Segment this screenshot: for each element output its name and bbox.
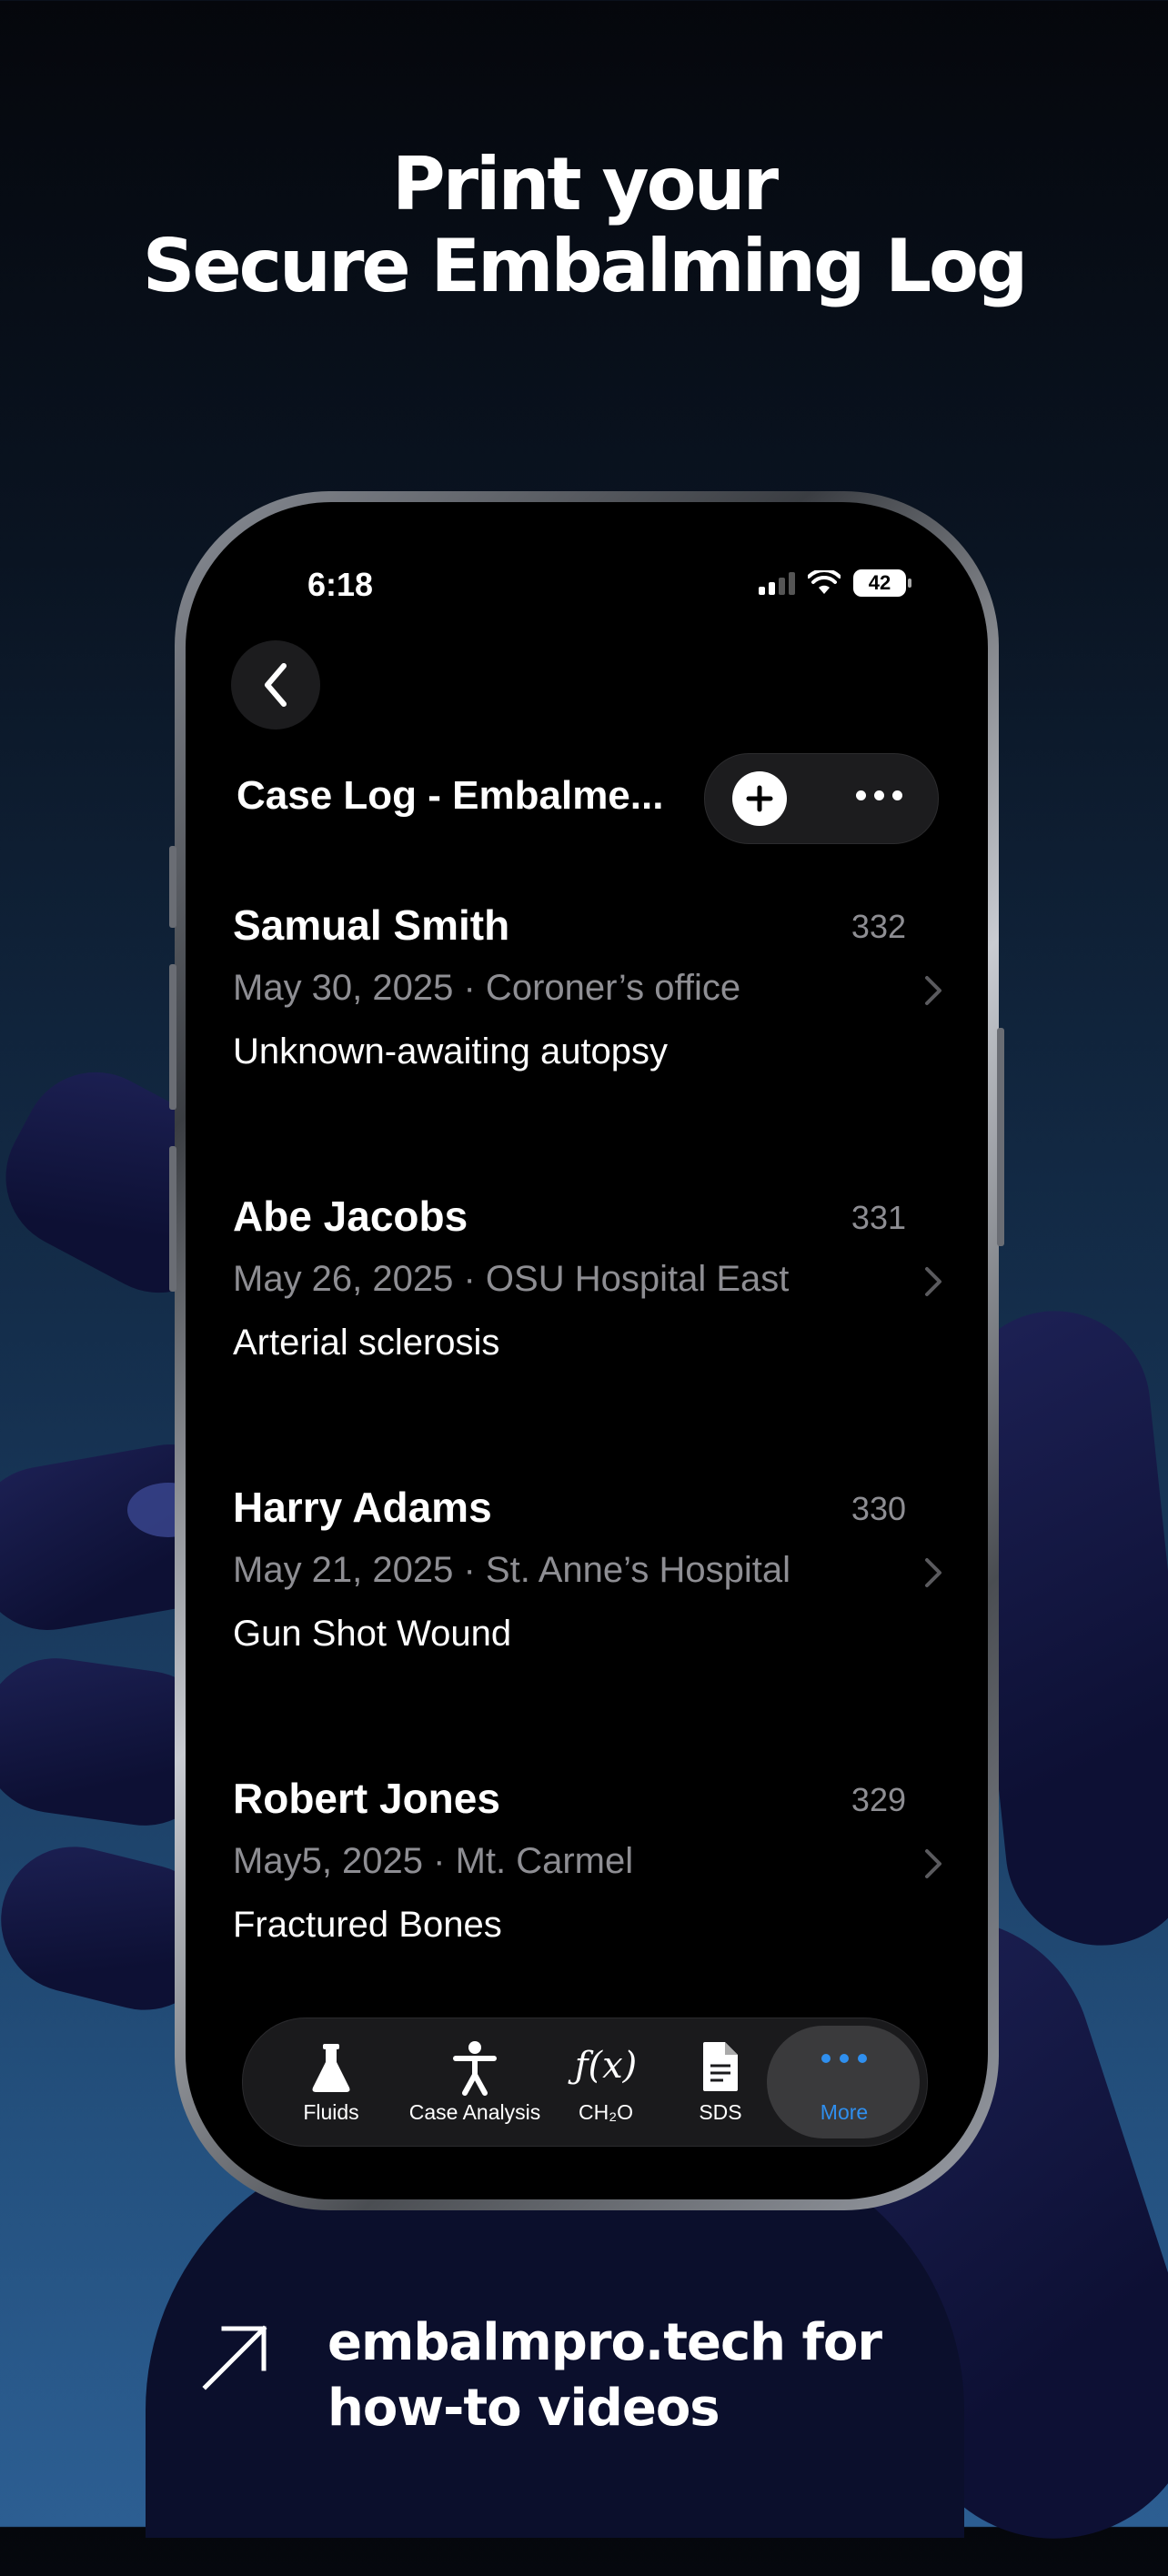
- case-cause: Unknown-awaiting autopsy: [233, 1031, 669, 1072]
- case-date-location: May 21, 2025 · St. Anne’s Hospital: [233, 1550, 790, 1590]
- flask-icon: [312, 2044, 350, 2092]
- back-button[interactable]: [231, 640, 320, 730]
- signal-icon: [759, 571, 795, 595]
- case-number: 330: [851, 1490, 906, 1527]
- person-icon: [453, 2041, 497, 2096]
- case-name: Harry Adams: [233, 1484, 492, 1531]
- case-row[interactable]: Samual Smith 332 May 30, 2025 · Coroner’…: [233, 901, 942, 1192]
- status-time: 6:18: [307, 566, 374, 603]
- case-cause: Gun Shot Wound: [233, 1614, 512, 1654]
- headline-line-2: Secure Embalming Log: [142, 224, 1029, 308]
- case-number: 332: [851, 908, 906, 945]
- document-icon: [703, 2042, 738, 2091]
- ellipsis-icon: [821, 2054, 867, 2063]
- phone-side-button: [169, 964, 176, 1110]
- chevron-right-icon: [925, 1267, 941, 1296]
- tab-label: Fluids: [303, 2100, 359, 2124]
- chevron-right-icon: [925, 976, 941, 1005]
- case-name: Robert Jones: [233, 1775, 500, 1822]
- wifi-icon: [808, 570, 841, 594]
- phone-screen: 6:18 42 Case Log - Embalme... Samual Smi…: [186, 502, 988, 2199]
- phone-side-button: [997, 1028, 1004, 1246]
- function-icon: ƒ(x): [574, 2045, 638, 2087]
- arrow-up-right-icon: [202, 2325, 267, 2390]
- chevron-right-icon: [925, 1849, 941, 1878]
- case-date-location: May5, 2025 · Mt. Carmel: [233, 1841, 634, 1881]
- case-list: Samual Smith 332 May 30, 2025 · Coroner’…: [233, 901, 942, 2065]
- status-icons: 42: [759, 568, 911, 599]
- case-date-location: May 26, 2025 · OSU Hospital East: [233, 1259, 790, 1299]
- case-row[interactable]: Abe Jacobs 331 May 26, 2025 · OSU Hospit…: [233, 1192, 942, 1483]
- plus-icon: [746, 785, 773, 812]
- phone-side-button: [169, 846, 176, 928]
- tab-fluids[interactable]: Fluids: [254, 2037, 408, 2128]
- battery-indicator: 42: [853, 569, 911, 597]
- ellipsis-icon: [856, 790, 866, 800]
- tab-more[interactable]: More: [767, 2037, 921, 2128]
- case-row[interactable]: Harry Adams 330 May 21, 2025 · St. Anne’…: [233, 1483, 942, 1774]
- chevron-left-icon: [265, 663, 287, 707]
- headline-line-1: Print your: [391, 142, 779, 226]
- footer-text[interactable]: embalmpro.tech for how-to videos: [327, 2310, 964, 2441]
- case-cause: Arterial sclerosis: [233, 1323, 500, 1363]
- add-case-button[interactable]: [732, 771, 787, 826]
- case-number: 329: [851, 1781, 906, 1818]
- nav-action-pill: [704, 753, 939, 844]
- case-number: 331: [851, 1199, 906, 1236]
- case-cause: Fractured Bones: [233, 1905, 502, 1945]
- case-name: Abe Jacobs: [233, 1192, 468, 1240]
- tab-bar: Fluids Case Analysis ƒ(x) CH₂O SDS More: [242, 2018, 928, 2147]
- case-date-location: May 30, 2025 · Coroner’s office: [233, 968, 741, 1008]
- phone-side-button: [169, 1146, 176, 1292]
- more-options-button[interactable]: [856, 790, 902, 800]
- tab-label: More: [820, 2100, 869, 2124]
- headline: Print your Secure Embalming Log: [0, 144, 1168, 307]
- chevron-right-icon: [925, 1558, 941, 1587]
- case-name: Samual Smith: [233, 901, 510, 949]
- footer-line-2: how-to videos: [327, 2379, 720, 2438]
- page-title: Case Log - Embalme...: [237, 773, 664, 818]
- footer-line-1: embalmpro.tech for: [327, 2313, 882, 2372]
